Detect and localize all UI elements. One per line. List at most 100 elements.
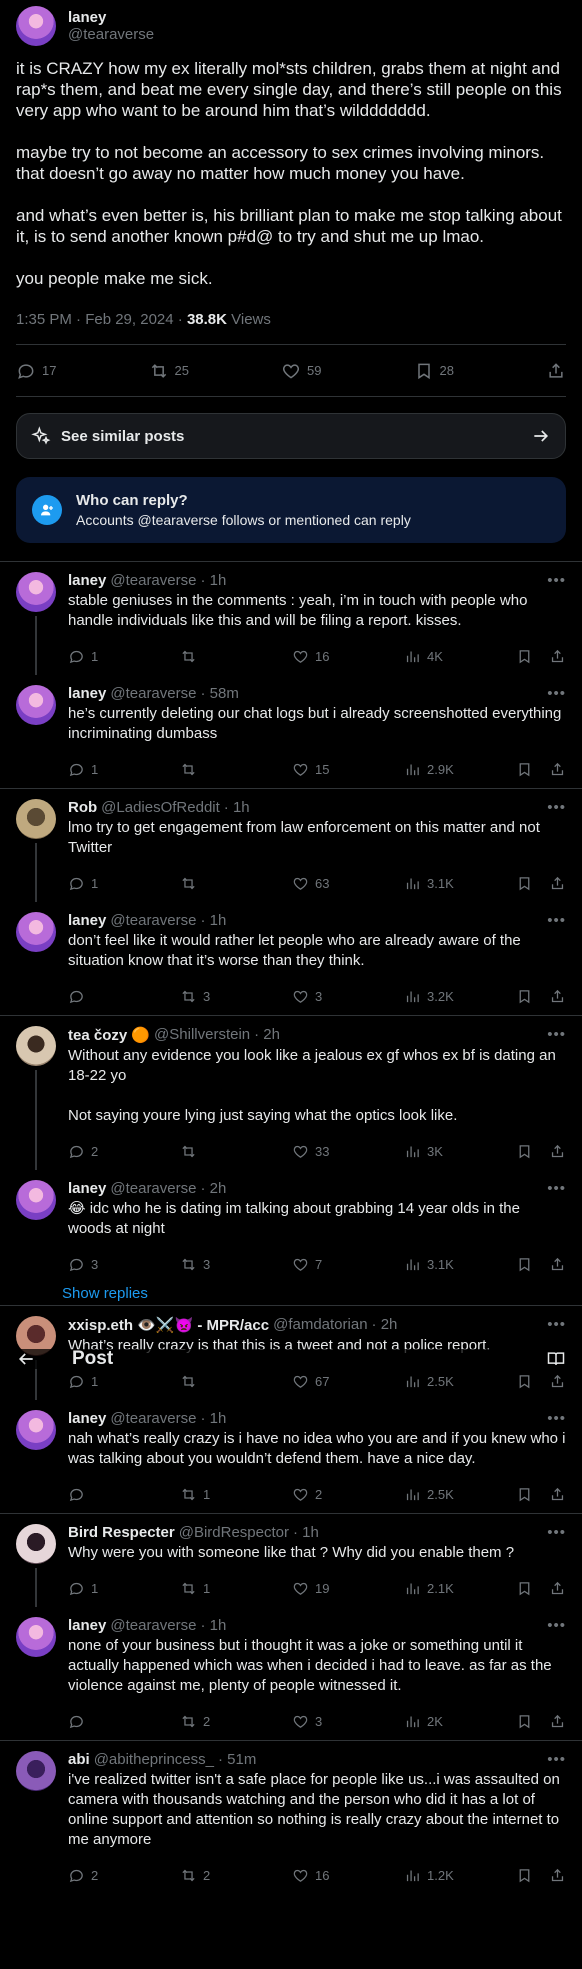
share-icon[interactable] — [549, 1373, 566, 1390]
reply-button[interactable]: 1 — [68, 1580, 138, 1597]
bookmark-icon[interactable] — [516, 875, 533, 892]
views-button[interactable]: 2.5K — [404, 1486, 474, 1503]
reply-item[interactable]: laney @tearaverse · 1h don’t feel like i… — [0, 902, 582, 1015]
avatar[interactable] — [16, 1410, 56, 1450]
like-button[interactable]: 33 — [292, 1143, 362, 1160]
share-icon[interactable] — [549, 1580, 566, 1597]
show-replies-link[interactable]: Show replies — [0, 1283, 582, 1305]
views-button[interactable]: 3K — [404, 1143, 474, 1160]
bookmark-icon[interactable] — [516, 988, 533, 1005]
like-button[interactable]: 3 — [292, 988, 362, 1005]
more-options-icon[interactable]: ••• — [547, 1316, 566, 1333]
reply-time[interactable]: · 2h — [372, 1316, 398, 1334]
views-button[interactable]: 3.1K — [404, 1256, 474, 1273]
reply-time[interactable]: · 51m — [218, 1751, 256, 1768]
reply-author-handle[interactable]: @Shillverstein — [154, 1026, 250, 1044]
repost-button[interactable]: 2 — [180, 1867, 250, 1884]
repost-button[interactable]: 25 — [149, 361, 189, 381]
reply-time[interactable]: · 2h — [254, 1026, 280, 1044]
reply-author-handle[interactable]: @tearaverse — [110, 1180, 196, 1197]
views-button[interactable]: 2K — [404, 1713, 474, 1730]
reply-button[interactable] — [68, 1486, 138, 1503]
views-button[interactable]: 3.2K — [404, 988, 474, 1005]
avatar[interactable] — [16, 1617, 56, 1657]
reply-author-handle[interactable]: @abitheprincess_ — [94, 1751, 214, 1768]
reply-author-handle[interactable]: @tearaverse — [110, 1410, 196, 1427]
reply-author-name[interactable]: tea čozy 🟠 — [68, 1026, 150, 1044]
repost-button[interactable]: 3 — [180, 988, 250, 1005]
more-options-icon[interactable]: ••• — [547, 1026, 566, 1043]
more-options-icon[interactable]: ••• — [547, 1751, 566, 1768]
author-handle[interactable]: @tearaverse — [68, 26, 154, 43]
reply-author-handle[interactable]: @BirdRespector — [179, 1524, 289, 1541]
reply-item[interactable]: laney @tearaverse · 1h nah what’s really… — [0, 1400, 582, 1513]
avatar[interactable] — [16, 6, 56, 46]
reply-item[interactable]: Rob @LadiesOfReddit · 1h lmo try to get … — [0, 789, 582, 902]
reply-author-name[interactable]: laney — [68, 912, 106, 929]
share-icon[interactable] — [549, 875, 566, 892]
like-button[interactable]: 15 — [292, 761, 362, 778]
reply-author-name[interactable]: laney — [68, 1410, 106, 1427]
reply-author-name[interactable]: laney — [68, 685, 106, 702]
share-button[interactable] — [546, 361, 566, 381]
reply-author-handle[interactable]: @famdatorian — [273, 1316, 367, 1334]
reply-button[interactable]: 1 — [68, 875, 138, 892]
reply-time[interactable]: · 1h — [224, 799, 250, 816]
avatar[interactable] — [16, 912, 56, 952]
bookmark-icon[interactable] — [516, 1373, 533, 1390]
reply-author-name[interactable]: laney — [68, 572, 106, 589]
reply-author-handle[interactable]: @tearaverse — [110, 685, 196, 702]
reply-item[interactable]: laney @tearaverse · 1h none of your busi… — [0, 1607, 582, 1740]
avatar[interactable] — [16, 1026, 56, 1066]
share-icon[interactable] — [549, 648, 566, 665]
reply-button[interactable] — [68, 1713, 138, 1730]
more-options-icon[interactable]: ••• — [547, 1180, 566, 1197]
bookmark-icon[interactable] — [516, 1713, 533, 1730]
reply-time[interactable]: · 1h — [293, 1524, 319, 1541]
more-options-icon[interactable]: ••• — [547, 685, 566, 702]
reply-button[interactable]: 2 — [68, 1143, 138, 1160]
repost-button[interactable] — [180, 648, 250, 665]
avatar[interactable] — [16, 1180, 56, 1220]
reply-time[interactable]: · 58m — [200, 685, 238, 702]
share-icon[interactable] — [549, 988, 566, 1005]
like-button[interactable]: 67 — [292, 1373, 362, 1390]
like-button[interactable]: 2 — [292, 1486, 362, 1503]
like-button[interactable]: 63 — [292, 875, 362, 892]
more-options-icon[interactable]: ••• — [547, 1410, 566, 1427]
author-name[interactable]: laney — [68, 9, 154, 26]
repost-button[interactable]: 3 — [180, 1256, 250, 1273]
bookmark-icon[interactable] — [516, 1580, 533, 1597]
more-options-icon[interactable]: ••• — [547, 1524, 566, 1541]
share-icon[interactable] — [549, 1867, 566, 1884]
avatar[interactable] — [16, 685, 56, 725]
repost-button[interactable]: 1 — [180, 1580, 250, 1597]
repost-button[interactable] — [180, 875, 250, 892]
share-icon[interactable] — [549, 761, 566, 778]
avatar[interactable] — [16, 1751, 56, 1791]
reply-button[interactable]: 2 — [68, 1867, 138, 1884]
reply-author-name[interactable]: Rob — [68, 799, 97, 816]
avatar[interactable] — [16, 1524, 56, 1564]
views-button[interactable]: 2.5K — [404, 1373, 474, 1390]
share-icon[interactable] — [549, 1256, 566, 1273]
bookmark-icon[interactable] — [516, 1143, 533, 1160]
repost-button[interactable] — [180, 761, 250, 778]
more-options-icon[interactable]: ••• — [547, 572, 566, 589]
like-button[interactable]: 7 — [292, 1256, 362, 1273]
views-button[interactable]: 1.2K — [404, 1867, 474, 1884]
reply-time[interactable]: · 1h — [200, 1617, 226, 1634]
reply-button[interactable]: 17 — [16, 361, 56, 381]
reply-author-handle[interactable]: @LadiesOfReddit — [101, 799, 220, 816]
reply-item[interactable]: abi @abitheprincess_ · 51m i've realized… — [0, 1741, 582, 1894]
reply-author-handle[interactable]: @tearaverse — [110, 1617, 196, 1634]
see-similar-posts-button[interactable]: See similar posts — [16, 413, 566, 459]
bookmark-icon[interactable] — [516, 648, 533, 665]
views-button[interactable]: 3.1K — [404, 875, 474, 892]
reply-button[interactable]: 1 — [68, 761, 138, 778]
repost-button[interactable]: 1 — [180, 1486, 250, 1503]
reply-author-name[interactable]: Bird Respecter — [68, 1524, 175, 1541]
more-options-icon[interactable]: ••• — [547, 799, 566, 816]
like-button[interactable]: 16 — [292, 648, 362, 665]
reply-time[interactable]: · 2h — [200, 1180, 226, 1197]
